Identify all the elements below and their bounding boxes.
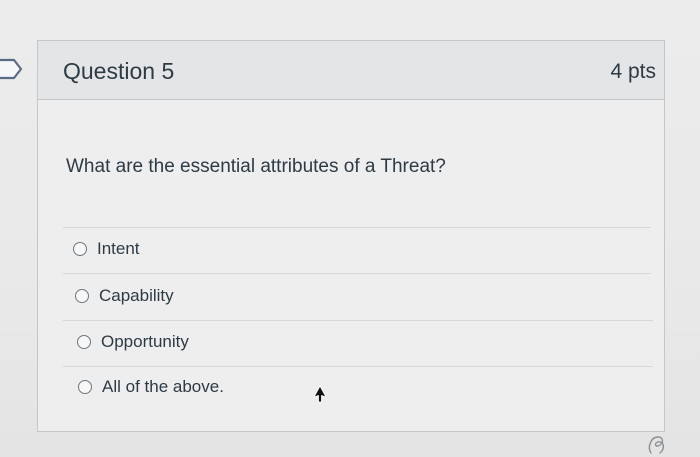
answer-label: All of the above. <box>102 377 224 396</box>
radio-button[interactable] <box>73 242 87 256</box>
answer-divider <box>63 320 653 321</box>
answer-divider <box>63 273 651 274</box>
answer-divider <box>63 366 653 367</box>
answer-option-intent[interactable]: Intent <box>73 238 140 260</box>
question-header: Question 5 4 pts <box>38 41 664 100</box>
question-card: Question 5 4 pts What are the essential … <box>37 40 665 432</box>
radio-button[interactable] <box>77 335 91 349</box>
answer-option-all-of-the-above[interactable]: All of the above. <box>78 376 224 398</box>
question-title: Question 5 <box>63 58 175 84</box>
flag-question-icon[interactable] <box>0 58 24 80</box>
question-points: 4 pts <box>610 60 656 83</box>
answer-divider <box>63 227 651 228</box>
answer-label: Capability <box>99 286 174 305</box>
radio-button[interactable] <box>75 289 89 303</box>
radio-button[interactable] <box>78 380 92 394</box>
question-prompt: What are the essential attributes of a T… <box>66 156 446 177</box>
mouse-pointer-icon <box>313 385 327 403</box>
answer-option-capability[interactable]: Capability <box>75 285 174 307</box>
pen-mark-icon <box>648 436 665 454</box>
answer-option-opportunity[interactable]: Opportunity <box>77 331 189 353</box>
answer-label: Opportunity <box>101 332 189 351</box>
quiz-page: { "question": { "title": "Question 5", "… <box>0 0 700 457</box>
answer-label: Intent <box>97 239 140 258</box>
